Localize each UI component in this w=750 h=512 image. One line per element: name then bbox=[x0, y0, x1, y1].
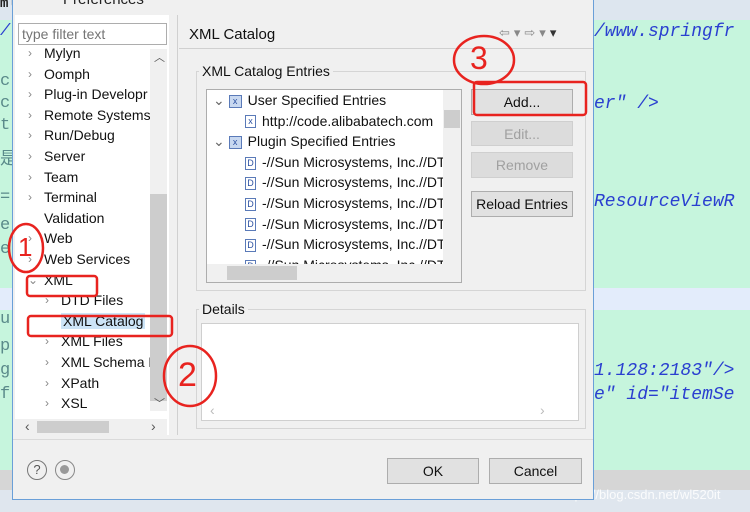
annotation-box-xml-catalog bbox=[26, 314, 174, 338]
annotation-mark-3: 3 bbox=[470, 40, 488, 76]
annotation-box-xml bbox=[25, 274, 99, 298]
annotation-mark-2: 2 bbox=[178, 356, 197, 394]
annotation-mark-1: 1 bbox=[18, 232, 33, 262]
annotation-box-add bbox=[472, 80, 588, 117]
annotation-overlay bbox=[7, 34, 588, 408]
